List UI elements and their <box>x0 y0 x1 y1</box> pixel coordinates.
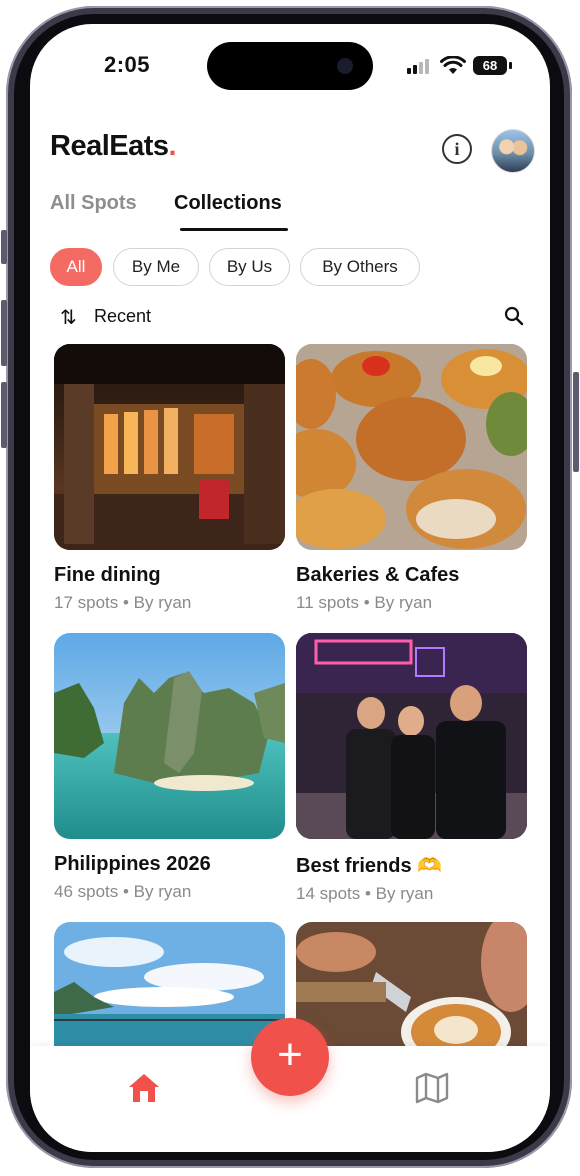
add-collection-button[interactable]: + <box>251 1018 329 1096</box>
app-logo: RealEats. <box>50 130 177 163</box>
camera-icon <box>337 58 353 74</box>
collection-card-best-friends[interactable]: Best friends 🫶 14 spots • By ryan <box>296 633 527 904</box>
sort-arrows-icon[interactable]: ⇅ <box>60 305 77 330</box>
collection-title: Best friends 🫶 <box>296 855 443 877</box>
battery-icon: 68 <box>473 56 507 75</box>
filter-chip-by-me[interactable]: By Me <box>113 248 199 286</box>
volume-down-button <box>1 382 7 448</box>
map-icon[interactable] <box>414 1072 450 1104</box>
power-button <box>573 372 579 472</box>
app-screen: 2:05 68 RealEats. i All Spots Collection… <box>30 24 550 1152</box>
collection-subtitle: 14 spots • By ryan <box>296 884 434 903</box>
collection-image-pastries <box>296 344 527 550</box>
info-icon: i <box>454 138 460 159</box>
collection-subtitle: 46 spots • By ryan <box>54 882 192 901</box>
logo-dot: . <box>168 130 177 162</box>
sort-row: ⇅ Recent <box>60 303 524 331</box>
filter-chip-by-us[interactable]: By Us <box>209 248 290 286</box>
collection-subtitle: 11 spots • By ryan <box>296 593 433 612</box>
logo-text: RealEats <box>50 130 169 162</box>
collection-card-bakeries[interactable]: Bakeries & Cafes 11 spots • By ryan <box>296 344 527 613</box>
collection-title: Bakeries & Cafes <box>296 564 460 586</box>
collection-title: Philippines 2026 <box>54 853 211 875</box>
search-icon[interactable] <box>504 306 524 326</box>
collection-image-lagoon <box>54 633 285 839</box>
active-tab-indicator <box>180 228 288 231</box>
status-time: 2:05 <box>104 52 151 77</box>
tab-bar: All Spots Collections <box>50 192 530 232</box>
tab-collections[interactable]: Collections <box>174 192 282 215</box>
info-button[interactable]: i <box>442 134 472 164</box>
battery-cap <box>509 62 512 69</box>
collection-image-friends <box>296 633 527 839</box>
tab-all-spots[interactable]: All Spots <box>50 192 137 215</box>
filter-chip-all[interactable]: All <box>50 248 102 286</box>
wifi-icon <box>440 56 466 74</box>
collection-image-restaurant <box>54 344 285 550</box>
sort-label[interactable]: Recent <box>94 306 151 327</box>
collection-card-philippines[interactable]: Philippines 2026 46 spots • By ryan <box>54 633 285 902</box>
collection-subtitle: 17 spots • By ryan <box>54 593 192 612</box>
collection-title: Fine dining <box>54 564 161 586</box>
dynamic-island <box>207 42 373 90</box>
plus-icon: + <box>277 1030 303 1079</box>
status-bar: 2:05 68 <box>30 24 550 104</box>
collection-card-fine-dining[interactable]: Fine dining 17 spots • By ryan <box>54 344 285 613</box>
home-icon[interactable] <box>126 1070 162 1106</box>
signal-icon <box>407 58 433 74</box>
filter-chip-by-others[interactable]: By Others <box>300 248 420 286</box>
volume-up-button <box>1 300 7 366</box>
action-button <box>1 230 7 264</box>
profile-avatar[interactable] <box>491 129 535 173</box>
